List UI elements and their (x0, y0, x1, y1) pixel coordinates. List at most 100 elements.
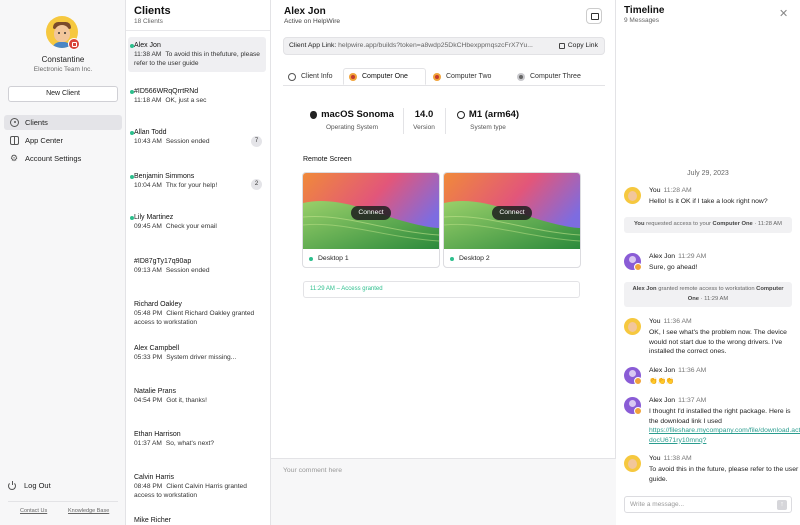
event-actor: Alex Jon (632, 286, 657, 292)
client-name: Natalie Prans (134, 388, 177, 395)
unread-count-badge: 2 (251, 179, 262, 190)
online-indicator (130, 175, 134, 179)
divider (126, 30, 270, 31)
copy-icon (558, 43, 565, 49)
event-text: granted remote access to workstation (656, 286, 757, 292)
lock-badge-icon (68, 38, 80, 50)
close-icon[interactable]: ✕ (779, 9, 788, 20)
spec-os: macOS Sonoma Operating System (307, 109, 397, 131)
message-text: 👏👏👏 (649, 378, 675, 385)
copy-link-button[interactable]: Copy Link (554, 38, 598, 54)
spec-value: M1 (arm64) (468, 109, 520, 120)
nav-item-app-center[interactable]: App Center (4, 133, 122, 148)
nav-item-label: App Center (25, 136, 63, 145)
spec-value: 14.0 (414, 109, 434, 120)
tab-label: Client Info (301, 73, 333, 80)
clients-panel: Clients 18 Clients Alex Jon 11:38 AM To a… (126, 0, 271, 525)
tab-computer-three[interactable]: Computer Three (512, 68, 597, 85)
download-link[interactable]: https://fileshare.mycompany.com/file/dow… (649, 427, 800, 444)
client-last-message: Check your email (165, 223, 217, 230)
client-row[interactable]: Alex Jon 11:38 AM To avoid this in thefut… (128, 37, 266, 72)
apple-icon (310, 110, 318, 119)
message-time: 11:38 AM (663, 455, 692, 462)
client-last-message: OK, just a sec (165, 97, 207, 104)
spec-key: Operating System (325, 124, 379, 131)
desktop-card[interactable]: Connect Desktop 2 (443, 172, 581, 268)
grid-icon (10, 136, 19, 145)
chat-toggle-button[interactable] (586, 8, 602, 24)
client-name: Lily Martinez (134, 214, 174, 221)
contact-us-link[interactable]: Contact Us (20, 508, 47, 514)
user-name: Constantine (41, 55, 85, 64)
divider (283, 85, 605, 86)
event-time: · 11:29 AM (699, 295, 729, 302)
client-row[interactable]: Lily Martinez 09:45 AM Check your email (128, 209, 266, 235)
nav-item-clients[interactable]: Clients (4, 115, 122, 130)
client-time: 10:04 AM (134, 182, 162, 189)
avatar (624, 187, 641, 204)
client-last-message: System driver missing... (166, 354, 237, 361)
remote-screen-label: Remote Screen (303, 156, 352, 163)
unread-count-badge: 7 (251, 136, 262, 147)
message-input[interactable]: Write a message... ↑ (624, 496, 792, 513)
client-time: 09:13 AM (134, 267, 162, 274)
new-client-button[interactable]: New Client (8, 86, 118, 102)
desktop-name: Desktop 2 (459, 255, 490, 262)
timeline-date: July 29, 2023 (687, 170, 729, 177)
timeline-title: Timeline (624, 5, 665, 16)
knowledge-base-link[interactable]: Knowledge Base (68, 508, 109, 514)
event-actor: You (633, 221, 645, 227)
client-row[interactable]: #ID566WRqQrrtRNd 11:18 AM OK, just a sec (128, 83, 266, 109)
client-name: Richard Oakley (134, 301, 182, 308)
client-row[interactable]: #ID87gTy17q90ap 09:13 AM Session ended (128, 253, 266, 279)
divider (445, 108, 446, 134)
client-time: 08:48 PM (134, 483, 163, 490)
message-time: 11:28 AM (663, 187, 692, 194)
online-indicator (130, 90, 134, 94)
client-last-message: So, what's next? (165, 440, 215, 447)
message-input-placeholder: Write a message... (630, 501, 685, 508)
logout-button[interactable]: Log Out (8, 480, 51, 490)
nav-item-account-settings[interactable]: ⚙ Account Settings (4, 151, 122, 166)
divider (403, 108, 404, 134)
comment-input[interactable]: Your comment here (283, 467, 342, 474)
client-time: 05:48 PM (134, 310, 163, 317)
client-row[interactable]: Allan Todd 10:43 AM Session ended 7 (128, 124, 266, 150)
client-row[interactable]: Mike Richer (128, 512, 266, 525)
clients-title: Clients (134, 5, 171, 17)
tab-client-info[interactable]: Client Info (283, 68, 341, 85)
tab-computer-two[interactable]: Computer Two (428, 68, 508, 85)
client-name: Ethan Harrison (134, 431, 181, 438)
client-row[interactable]: Natalie Prans 04:54 PM Got it, thanks! (128, 383, 266, 409)
link-url[interactable]: helpwire.app/builds?token=a8wdp25DkCHbex… (338, 42, 533, 49)
tab-label: Computer Three (530, 73, 581, 80)
user-org: Electronic Team Inc. (33, 66, 93, 73)
client-name: Alex Jon (134, 42, 161, 49)
client-row[interactable]: Calvin Harris 08:48 PM Client Calvin Harr… (128, 469, 266, 504)
client-name: Mike Richer (134, 517, 171, 524)
avatar (624, 397, 642, 415)
client-row[interactable]: Richard Oakley 05:48 PM Client Richard Oa… (128, 296, 266, 331)
connect-button[interactable]: Connect (351, 206, 391, 220)
message-body: I thought I'd installed the right packag… (649, 408, 791, 425)
computer-icon (517, 72, 525, 81)
system-event: Alex Jon granted remote access to workst… (624, 282, 792, 307)
message-author: You (649, 187, 661, 194)
client-title: Alex Jon (284, 6, 326, 17)
comment-box[interactable]: Your comment here (271, 458, 616, 525)
message-time: 11:29 AM (678, 253, 707, 260)
client-time: 04:54 PM (134, 397, 163, 404)
tab-computer-one[interactable]: Computer One (343, 68, 426, 85)
computer-icon (349, 72, 357, 81)
message-text: OK, I see what's the problem now. The de… (649, 329, 787, 355)
client-row[interactable]: Ethan Harrison 01:37 AM So, what's next? (128, 426, 266, 452)
client-row[interactable]: Benjamin Simmons 10:04 AM Thx for your he… (128, 168, 266, 194)
message-author: Alex Jon (649, 253, 676, 260)
client-row[interactable]: Alex Campbell 05:33 PM System driver miss… (128, 340, 266, 366)
clients-count: 18 Clients (134, 18, 163, 25)
message-time: 11:36 AM (663, 318, 692, 325)
connect-button[interactable]: Connect (492, 206, 532, 220)
send-icon[interactable]: ↑ (777, 500, 787, 510)
desktop-label: Desktop 2 (450, 255, 490, 262)
desktop-card[interactable]: Connect Desktop 1 (302, 172, 440, 268)
